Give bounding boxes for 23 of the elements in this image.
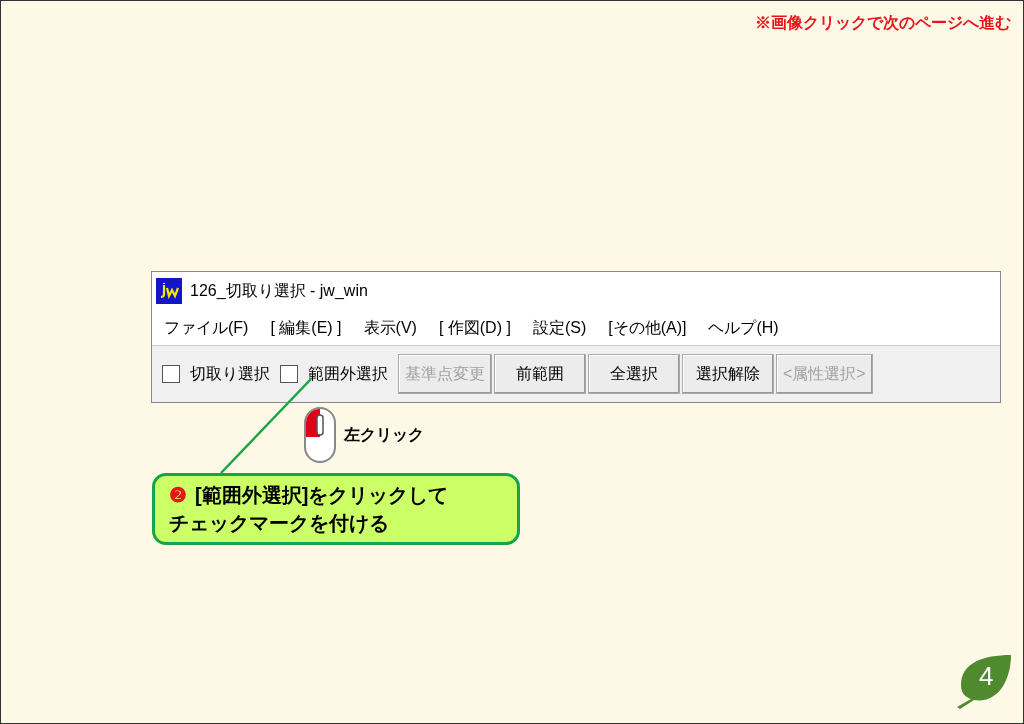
page-number: 4 [979,663,994,689]
menu-item[interactable]: [ 編集(E) ] [270,315,342,340]
toolbar-button[interactable]: 全選択 [588,354,680,394]
toolbar-button[interactable]: 前範囲 [494,354,586,394]
menu-item[interactable]: ヘルプ(H) [708,315,779,340]
callout-text: チェックマークを付ける [169,511,390,536]
menu-item[interactable]: 表示(V) [363,315,417,340]
menu-item[interactable]: 設定(S) [532,315,587,340]
callout-text: [範囲外選択]をクリックして [195,483,449,508]
step-number: ❷ [169,483,187,508]
page-notice: ※画像クリックで次のページへ進む [755,13,1011,33]
checkbox[interactable] [162,365,180,383]
window-title: 126_切取り選択 - jw_win [190,281,368,301]
app-logo-icon [156,278,182,304]
toolbar-button[interactable]: 選択解除 [682,354,774,394]
checkbox[interactable] [280,365,298,383]
checkbox-label: 切取り選択 [190,364,270,384]
mouse-label: 左クリック [344,425,424,445]
mouse-icon [303,406,337,464]
menu-item[interactable]: [その他(A)] [608,315,687,340]
menu-item[interactable]: ファイル(F) [164,315,249,340]
checkbox-label: 範囲外選択 [308,364,388,384]
menu-item[interactable]: [ 作図(D) ] [438,315,511,340]
